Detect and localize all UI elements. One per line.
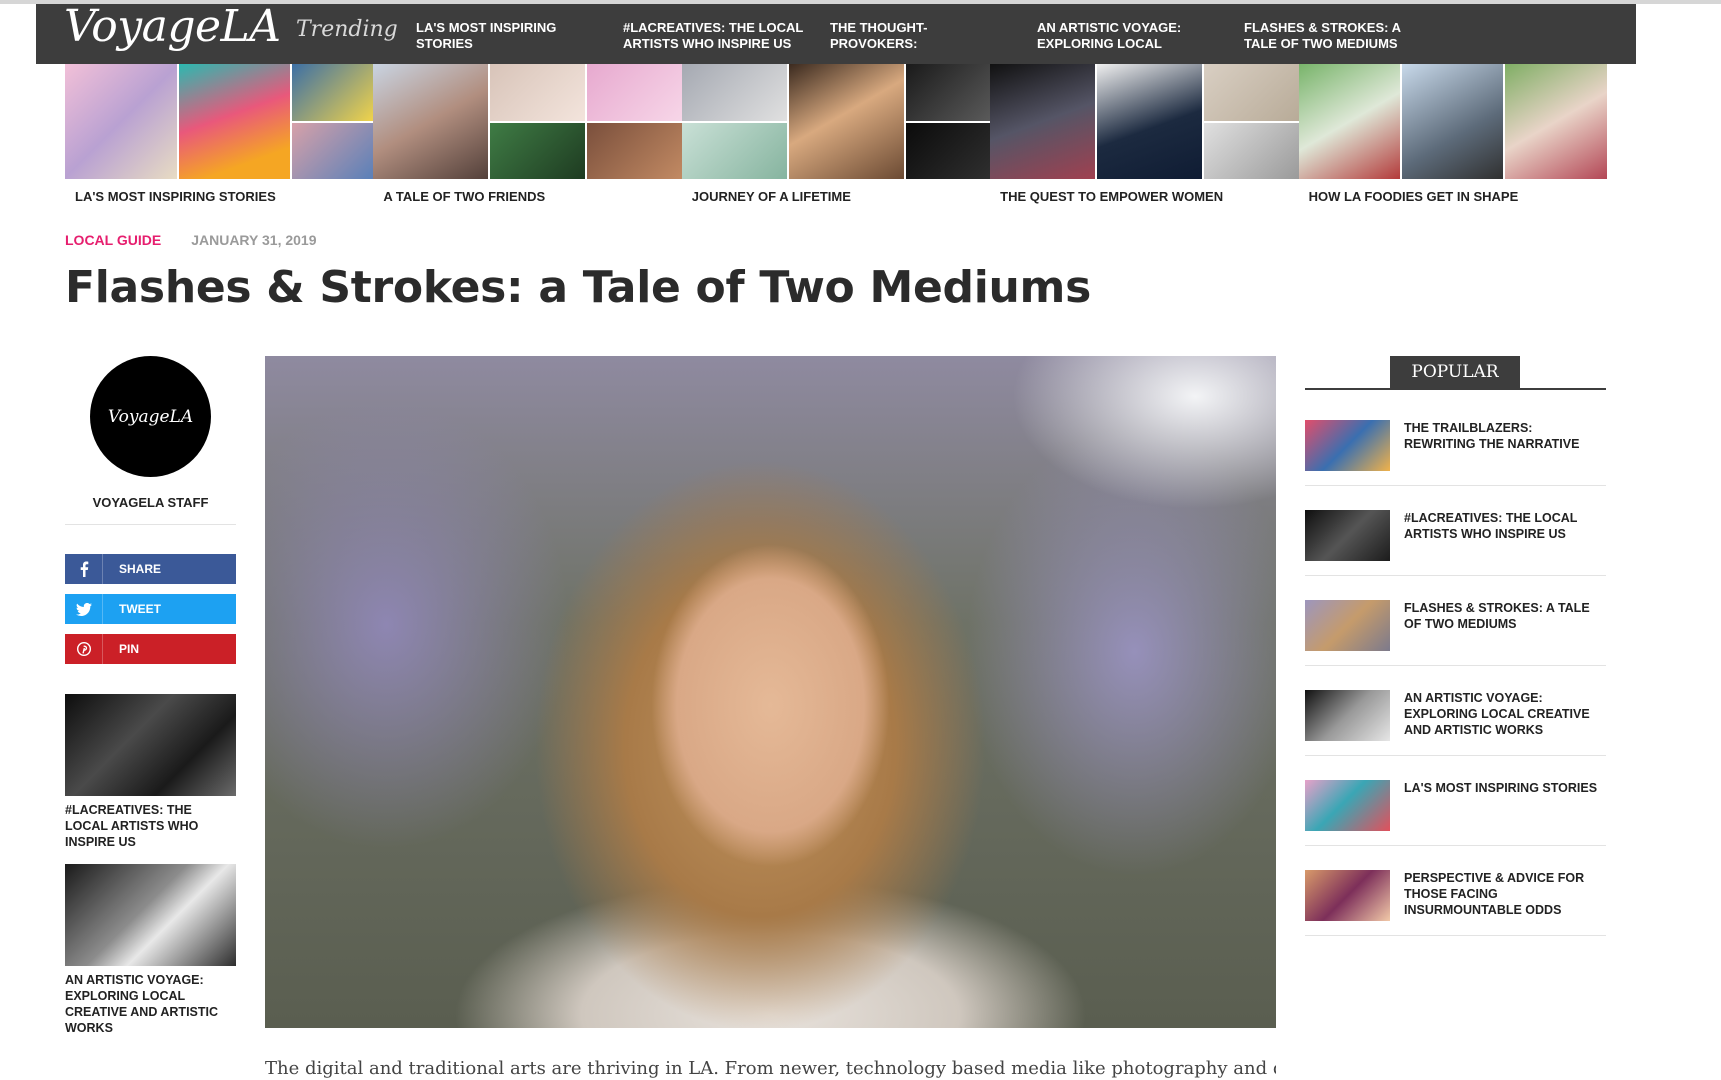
featured-card[interactable]: A TALE OF TWO FRIENDS xyxy=(373,64,682,204)
popular-title[interactable]: #LACREATIVES: THE LOCAL ARTISTS WHO INSP… xyxy=(1404,510,1606,561)
top-navigation-bar: VoyageLA Trending LA's MOST INSPIRING ST… xyxy=(36,4,1636,64)
twitter-tweet-button[interactable]: TWEET xyxy=(65,594,236,624)
popular-title[interactable]: THE TRAILBLAZERS: REWRITING THE NARRATIV… xyxy=(1404,420,1606,471)
featured-title[interactable]: A TALE OF TWO FRIENDS xyxy=(373,189,681,204)
article-title: Flashes & Strokes: a Tale of Two Mediums xyxy=(65,262,1091,313)
featured-card[interactable]: JOURNEY OF A LIFETIME xyxy=(681,64,991,204)
share-label: SHARE xyxy=(119,562,162,576)
facebook-share-button[interactable]: SHARE xyxy=(65,554,236,584)
popular-heading: POPULAR xyxy=(1390,356,1520,388)
trending-list: LA's MOST INSPIRING STORIES #LACREATIVES… xyxy=(416,20,1451,54)
popular-item[interactable]: FLASHES & STROKES: A TALE OF TWO MEDIUMS xyxy=(1305,576,1606,666)
author-avatar[interactable]: VoyageLA xyxy=(90,356,211,477)
site-logo[interactable]: VoyageLA xyxy=(64,4,281,56)
related-article-image[interactable] xyxy=(65,864,236,966)
hero-photo[interactable] xyxy=(265,356,1276,1028)
twitter-icon xyxy=(65,594,103,624)
popular-thumbnail[interactable] xyxy=(1305,690,1390,741)
featured-collage-image[interactable] xyxy=(681,64,991,179)
trending-link[interactable]: AN ARTISTIC VOYAGE: EXPLORING LOCAL xyxy=(1037,20,1244,54)
featured-card[interactable]: LA's MOST INSPIRING STORIES xyxy=(65,64,374,204)
publish-date: JANUARY 31, 2019 xyxy=(191,232,317,248)
popular-thumbnail[interactable] xyxy=(1305,510,1390,561)
popular-item[interactable]: #LACREATIVES: THE LOCAL ARTISTS WHO INSP… xyxy=(1305,486,1606,576)
related-article-title[interactable]: AN ARTISTIC VOYAGE: EXPLORING LOCAL CREA… xyxy=(65,972,236,1036)
popular-title[interactable]: PERSPECTIVE & ADVICE FOR THOSE FACING IN… xyxy=(1404,870,1606,921)
article-meta: LOCAL GUIDE JANUARY 31, 2019 xyxy=(65,232,317,248)
author-block: VoyageLA VOYAGELA STAFF xyxy=(65,356,236,525)
popular-item[interactable]: LA's MOST INSPIRING STORIES xyxy=(1305,756,1606,846)
category-link[interactable]: LOCAL GUIDE xyxy=(65,232,161,248)
popular-thumbnail[interactable] xyxy=(1305,780,1390,831)
popular-title[interactable]: AN ARTISTIC VOYAGE: EXPLORING LOCAL CREA… xyxy=(1404,690,1606,741)
popular-thumbnail[interactable] xyxy=(1305,600,1390,651)
pin-label: PIN xyxy=(119,642,140,656)
featured-title[interactable]: LA's MOST INSPIRING STORIES xyxy=(65,189,373,204)
featured-collage-image[interactable] xyxy=(373,64,682,179)
popular-title[interactable]: FLASHES & STROKES: A TALE OF TWO MEDIUMS xyxy=(1404,600,1606,651)
featured-title[interactable]: THE QUEST TO EMPOWER WOMEN xyxy=(990,189,1298,204)
popular-item[interactable]: THE TRAILBLAZERS: REWRITING THE NARRATIV… xyxy=(1305,396,1606,486)
tweet-label: TWEET xyxy=(119,602,161,616)
popular-thumbnail[interactable] xyxy=(1305,870,1390,921)
pinterest-icon xyxy=(65,634,103,664)
featured-collage-image[interactable] xyxy=(65,64,374,179)
related-article-title[interactable]: #LACREATIVES: THE LOCAL ARTISTS WHO INSP… xyxy=(65,802,236,850)
trending-link[interactable]: #LACREATIVES: THE LOCAL ARTISTS WHO INSP… xyxy=(623,20,830,54)
related-article-image[interactable] xyxy=(65,694,236,796)
popular-item[interactable]: AN ARTISTIC VOYAGE: EXPLORING LOCAL CREA… xyxy=(1305,666,1606,756)
facebook-icon xyxy=(65,554,103,584)
featured-collage-image[interactable] xyxy=(1298,64,1607,179)
trending-label: Trending xyxy=(296,17,398,42)
popular-list: THE TRAILBLAZERS: REWRITING THE NARRATIV… xyxy=(1305,396,1606,936)
author-name[interactable]: VOYAGELA STAFF xyxy=(65,495,236,525)
featured-collage-image[interactable] xyxy=(990,64,1299,179)
trending-link[interactable]: FLASHES & STROKES: A TALE OF TWO MEDIUMS xyxy=(1244,20,1451,54)
popular-item[interactable]: PERSPECTIVE & ADVICE FOR THOSE FACING IN… xyxy=(1305,846,1606,936)
popular-sidebar: POPULAR THE TRAILBLAZERS: REWRITING THE … xyxy=(1305,356,1606,936)
related-article-card[interactable]: AN ARTISTIC VOYAGE: EXPLORING LOCAL CREA… xyxy=(65,864,236,1036)
article-body-paragraph: The digital and traditional arts are thr… xyxy=(265,1058,1276,1079)
popular-thumbnail[interactable] xyxy=(1305,420,1390,471)
trending-link[interactable]: THE THOUGHT-PROVOKERS: CELEBRATING xyxy=(830,20,1037,54)
trending-link[interactable]: LA's MOST INSPIRING STORIES xyxy=(416,20,623,54)
featured-strip: LA's MOST INSPIRING STORIES A TALE OF TW… xyxy=(65,64,1607,204)
pinterest-pin-button[interactable]: PIN xyxy=(65,634,236,664)
featured-card[interactable]: HOW LA FOODIES GET IN SHAPE xyxy=(1298,64,1607,204)
related-article-card[interactable]: #LACREATIVES: THE LOCAL ARTISTS WHO INSP… xyxy=(65,694,236,850)
popular-header: POPULAR xyxy=(1305,356,1606,390)
featured-title[interactable]: HOW LA FOODIES GET IN SHAPE xyxy=(1299,189,1607,204)
featured-title[interactable]: JOURNEY OF A LIFETIME xyxy=(682,189,990,204)
featured-card[interactable]: THE QUEST TO EMPOWER WOMEN xyxy=(990,64,1299,204)
popular-title[interactable]: LA's MOST INSPIRING STORIES xyxy=(1404,780,1597,831)
